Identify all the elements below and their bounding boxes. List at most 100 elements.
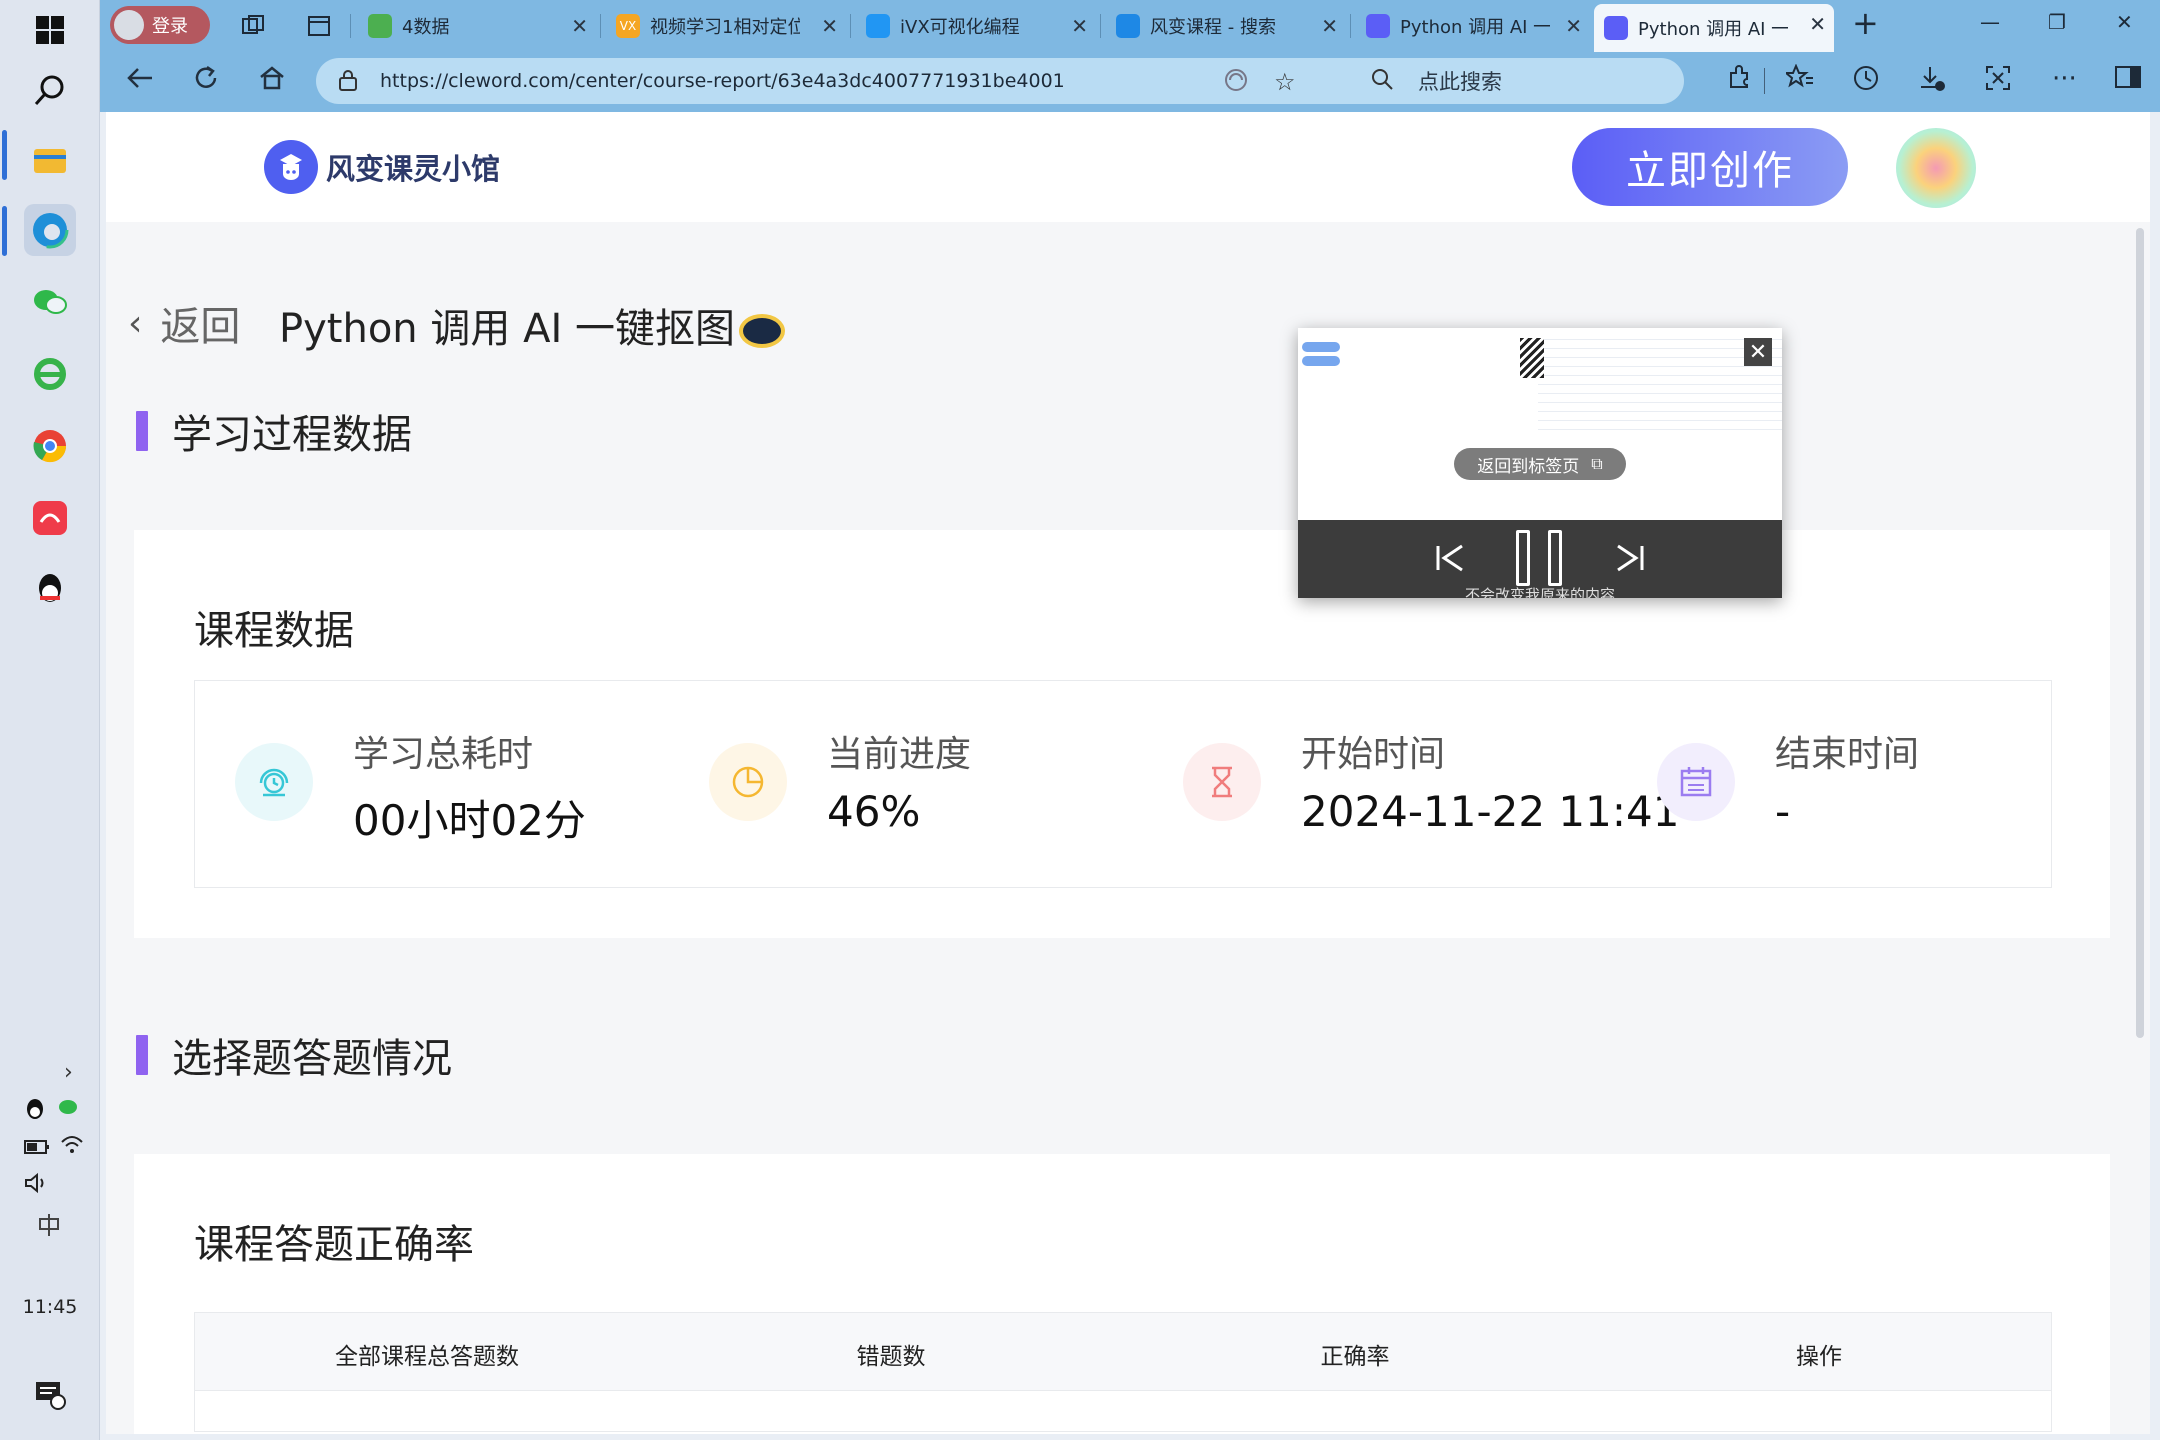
pip-mini-page <box>1298 328 1538 520</box>
url-text: https://cleword.com/center/course-report… <box>380 70 1065 92</box>
hourglass-icon <box>1183 743 1261 821</box>
history-icon[interactable] <box>1852 64 1880 99</box>
tab-favicon <box>1604 16 1628 40</box>
site-logo[interactable]: 风变课灵小馆 <box>264 140 500 194</box>
th-accuracy: 正确率 <box>1320 1344 1390 1370</box>
clock-icon <box>235 743 313 821</box>
back-button[interactable]: ‹ 返回 <box>128 294 240 352</box>
downloads-icon[interactable] <box>1918 64 1946 99</box>
picture-in-picture-window[interactable]: 返回到标签页 ⧉ ✕ 不会改变我原来的内容 <box>1298 328 1782 598</box>
chevron-right-icon[interactable]: › <box>64 1060 73 1085</box>
close-icon[interactable]: ✕ <box>1565 14 1582 38</box>
stats-panel: 学习总耗时 00小时02分 当前进度 46% 开始时间 2024-11-22 1… <box>194 680 2052 888</box>
file-explorer-icon[interactable] <box>24 134 76 186</box>
input-method-icon[interactable] <box>36 1212 62 1244</box>
page-title: Python 调用 AI 一键抠图 <box>279 296 785 354</box>
os-taskbar: › 11:45 <box>0 0 100 1440</box>
tab-separator <box>600 14 601 38</box>
logo-mark-icon <box>264 140 318 194</box>
wechat-icon[interactable] <box>24 276 76 328</box>
favorite-star-icon[interactable]: ☆ <box>1274 68 1296 96</box>
section-title-learning-data: 学习过程数据 <box>136 402 412 460</box>
tab-python-ai-active[interactable]: Python 调用 AI 一键 ✕ <box>1594 4 1834 52</box>
search-input[interactable]: 点此搜索 <box>1348 58 1684 104</box>
pie-chart-icon <box>709 743 787 821</box>
close-icon[interactable]: ✕ <box>1809 12 1826 36</box>
search-icon <box>1370 67 1394 97</box>
tab-separator <box>1100 14 1101 38</box>
restore-icon[interactable]: ❐ <box>2048 10 2066 34</box>
pip-video-frame: 返回到标签页 ⧉ ✕ <box>1298 328 1782 520</box>
page-scrollbar[interactable] <box>2136 228 2144 1038</box>
calendar-icon <box>1657 743 1735 821</box>
tab-separator <box>350 14 351 38</box>
tab-actions-icon[interactable] <box>296 6 346 46</box>
close-icon[interactable]: ✕ <box>571 14 588 38</box>
tab-favicon <box>1366 14 1390 38</box>
search-icon[interactable] <box>24 64 76 116</box>
create-now-button[interactable]: 立即创作 <box>1572 128 1848 206</box>
edge-browser-icon[interactable] <box>24 204 76 256</box>
wifi-icon[interactable] <box>60 1134 84 1160</box>
chevron-left-icon: ‹ <box>128 302 143 344</box>
stat-start-time: 开始时间 2024-11-22 11:41 <box>1143 681 1679 889</box>
quiz-accuracy-card: 课程答题正确率 全部课程总答题数 错题数 正确率 操作 <box>134 1154 2110 1434</box>
pip-mini-chip <box>1302 342 1340 352</box>
close-window-icon[interactable]: ✕ <box>2116 10 2133 34</box>
qq-icon[interactable] <box>24 564 76 616</box>
star-badge-icon <box>738 314 785 348</box>
page-viewport: 风变课灵小馆 立即创作 ‹ 返回 Python 调用 AI 一键抠图 学习过程数… <box>106 112 2150 1434</box>
table-header: 全部课程总答题数 错题数 正确率 操作 <box>195 1313 2051 1391</box>
stat-current-progress: 当前进度 46% <box>669 681 1143 889</box>
wechat-tray-icon[interactable] <box>58 1098 82 1124</box>
red-app-icon[interactable] <box>24 492 76 544</box>
notification-icon[interactable] <box>34 1380 66 1416</box>
next-track-icon[interactable] <box>1614 542 1646 578</box>
edge-extension-icon[interactable] <box>1224 68 1248 98</box>
qq-tray-icon[interactable] <box>24 1098 46 1128</box>
workspaces-icon[interactable] <box>230 6 280 46</box>
back-arrow-icon[interactable] <box>126 64 154 99</box>
tab-4data[interactable]: 4数据 ✕ <box>358 6 596 46</box>
refresh-icon[interactable] <box>192 64 220 99</box>
tab-separator <box>1350 14 1351 38</box>
volume-icon[interactable] <box>24 1172 50 1200</box>
new-tab-icon[interactable]: + <box>1852 4 1879 42</box>
url-field[interactable]: https://cleword.com/center/course-report… <box>316 58 1432 104</box>
user-avatar[interactable] <box>1896 128 1976 208</box>
close-icon[interactable]: ✕ <box>1071 14 1088 38</box>
back-to-tab-button[interactable]: 返回到标签页 ⧉ <box>1454 448 1626 480</box>
home-icon[interactable] <box>258 64 286 99</box>
extensions-icon[interactable] <box>1726 64 1752 97</box>
close-icon[interactable]: ✕ <box>1744 338 1772 366</box>
lock-icon[interactable] <box>338 69 358 96</box>
battery-icon[interactable] <box>24 1136 50 1161</box>
site-header: 风变课灵小馆 立即创作 <box>106 112 2150 222</box>
windows-start-icon[interactable] <box>24 4 76 56</box>
stat-total-time: 学习总耗时 00小时02分 <box>195 681 669 889</box>
tab-favicon: VX <box>616 14 640 38</box>
tab-fengbian-search[interactable]: 风变课程 - 搜索 ✕ <box>1106 6 1346 46</box>
th-actions: 操作 <box>1796 1344 1842 1370</box>
more-menu-icon[interactable]: ··· <box>2052 64 2077 94</box>
tab-python-ai-1[interactable]: Python 调用 AI 一键 ✕ <box>1356 6 1590 46</box>
stat-end-time: 结束时间 - <box>1617 681 2053 889</box>
profile-login-button[interactable]: 登录 <box>110 6 210 44</box>
section-accent-bar <box>136 411 148 451</box>
favorites-icon[interactable] <box>1783 63 1814 97</box>
ie-browser-icon[interactable] <box>24 348 76 400</box>
chrome-icon[interactable] <box>24 420 76 472</box>
close-icon[interactable]: ✕ <box>1321 14 1338 38</box>
sidebar-toggle-icon[interactable] <box>2114 64 2142 97</box>
previous-track-icon[interactable] <box>1434 542 1466 578</box>
minimize-icon[interactable]: — <box>1980 10 2000 34</box>
pause-icon[interactable] <box>1516 530 1566 586</box>
close-icon[interactable]: ✕ <box>821 14 838 38</box>
taskbar-clock[interactable]: 11:45 <box>0 1296 100 1318</box>
tab-favicon <box>1116 14 1140 38</box>
pip-mini-chip <box>1302 356 1340 366</box>
tab-video-learning[interactable]: VX 视频学习1相对定位 ✕ <box>606 6 846 46</box>
tab-ivx-programming[interactable]: iVX可视化编程 ✕ <box>856 6 1096 46</box>
screenshot-icon[interactable] <box>1984 64 2012 99</box>
card-title: 课程数据 <box>194 608 354 654</box>
